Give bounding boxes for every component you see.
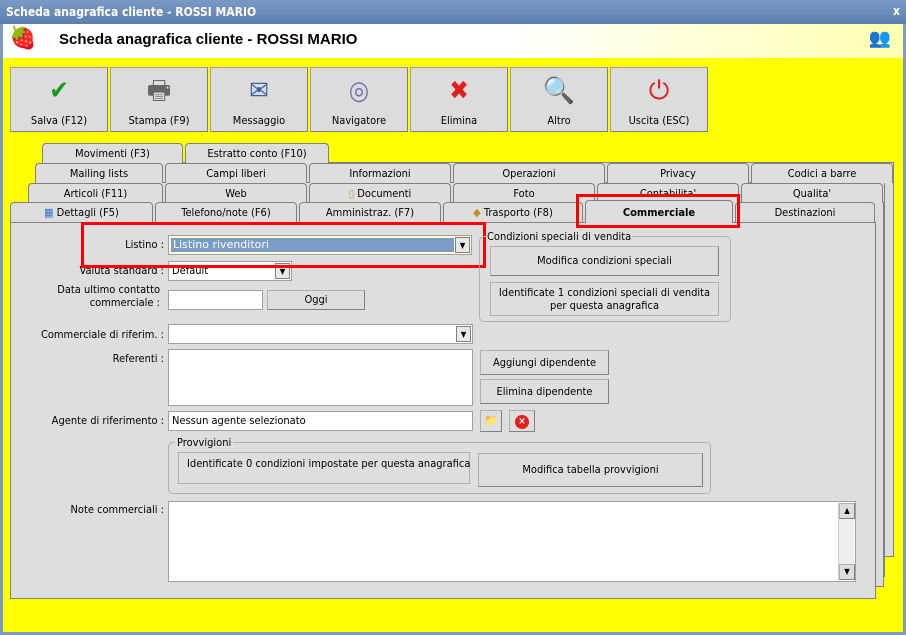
condizioni-info: Identificate 1 condizioni speciali di ve… <box>490 282 719 316</box>
tab-label: Documenti <box>357 187 412 200</box>
modifica-condizioni-button[interactable]: Modifica condizioni speciali <box>490 246 719 276</box>
toolbar-label: Elimina <box>440 114 478 127</box>
tab-label: Telefono/note (F6) <box>181 206 271 219</box>
toolbar-button[interactable]: ⏻ Uscita (ESC) <box>610 67 708 132</box>
toolbar-button[interactable]: ✉ Messaggio <box>210 67 308 132</box>
tab-label: Qualita' <box>792 187 832 200</box>
referenti-label: Referenti : <box>112 352 164 365</box>
tab-label: Campi liberi <box>206 167 266 180</box>
toolbar-icon: 🖶 <box>146 76 172 106</box>
tab-label: Foto <box>513 187 535 200</box>
condizioni-title: Condizioni speciali di vendita <box>486 230 633 243</box>
delete-icon[interactable]: × <box>509 410 535 432</box>
scrollbar[interactable]: ▲ ▼ <box>838 503 855 580</box>
folder-icon[interactable]: 📁 <box>480 410 502 432</box>
oggi-button[interactable]: Oggi <box>267 290 365 310</box>
referenti-list[interactable] <box>168 349 473 406</box>
tab-trasporto-f8[interactable]: ◆ Trasporto (F8) <box>443 202 583 222</box>
commerciale-label: Commerciale di riferim. : <box>40 328 164 341</box>
scroll-up-icon[interactable]: ▲ <box>839 503 855 519</box>
tab-privacy[interactable]: Privacy <box>607 163 749 183</box>
tab-label: Codici a barre <box>787 167 857 180</box>
tab-amministraz-f7[interactable]: Amministraz. (F7) <box>299 202 441 222</box>
tab-label: Privacy <box>660 167 696 180</box>
window-title-bar: Scheda anagrafica cliente - ROSSI MARIO <box>0 0 906 24</box>
tab-label: Trasporto (F8) <box>483 206 553 219</box>
elimina-dipendente-button[interactable]: Elimina dipendente <box>480 379 609 404</box>
toolbar-label: Navigatore <box>331 114 387 127</box>
strawberry-logo-icon: 🍓 <box>9 26 37 51</box>
page-title: Scheda anagrafica cliente - ROSSI MARIO <box>59 31 358 48</box>
toolbar-button[interactable]: 🖶 Stampa (F9) <box>110 67 208 132</box>
tab-label: Dettagli (F5) <box>56 206 119 219</box>
agente-label: Agente di riferimento : <box>51 414 164 427</box>
tab-movimenti-f3[interactable]: Movimenti (F3) <box>42 143 183 163</box>
toolbar-icon: ⏻ <box>648 76 670 106</box>
tab-label: Amministraz. (F7) <box>325 206 415 219</box>
tab-label: Destinazioni <box>774 206 836 219</box>
header: 🍓 Scheda anagrafica cliente - ROSSI MARI… <box>3 24 903 58</box>
note-textarea[interactable] <box>168 501 856 582</box>
provvigioni-info: Identificate 0 condizioni impostate per … <box>178 452 470 484</box>
tab-documenti[interactable]: ▯ Documenti <box>309 183 451 203</box>
toolbar-icon: ◎ <box>348 76 370 106</box>
tab-campi-liberi[interactable]: Campi liberi <box>165 163 307 183</box>
close-icon[interactable]: x <box>893 4 900 18</box>
tab-label: Movimenti (F3) <box>75 147 150 160</box>
toolbar-label: Messaggio <box>232 114 286 127</box>
toolbar-button[interactable]: 🔍 Altro <box>510 67 608 132</box>
truck-icon: ◆ <box>473 206 484 219</box>
toolbar-label: Stampa (F9) <box>128 114 190 127</box>
agente-input[interactable]: Nessun agente selezionato <box>168 411 473 431</box>
calendar-icon: ▦ <box>44 206 57 219</box>
toolbar-label: Salva (F12) <box>30 114 88 127</box>
modifica-provvigioni-button[interactable]: Modifica tabella provvigioni <box>478 453 703 487</box>
tab-destinazioni[interactable]: Destinazioni <box>735 202 875 222</box>
window-title: Scheda anagrafica cliente - ROSSI MARIO <box>6 5 257 19</box>
tab-dettagli-f5[interactable]: ▦ Dettagli (F5) <box>10 202 153 222</box>
tab-codici-a-barre[interactable]: Codici a barre <box>751 163 893 183</box>
tab-label: Mailing lists <box>69 167 129 180</box>
scroll-down-icon[interactable]: ▼ <box>839 564 855 580</box>
tab-qualita[interactable]: Qualita' <box>741 183 883 203</box>
commerciale-select[interactable]: ▼ <box>168 324 473 344</box>
provvigioni-title: Provvigioni <box>175 436 234 449</box>
tab-mailing-lists[interactable]: Mailing lists <box>35 163 163 183</box>
tab-foto[interactable]: Foto <box>453 183 595 203</box>
toolbar-icon: ✉ <box>249 76 269 106</box>
highlight-box <box>576 194 740 228</box>
toolbar-label: Uscita (ESC) <box>628 114 690 127</box>
toolbar-icon: 🔍 <box>542 76 576 106</box>
toolbar-button[interactable]: ✔ Salva (F12) <box>10 67 108 132</box>
users-icon[interactable]: 👥 <box>869 28 891 49</box>
data-contatto-label: Data ultimo contatto commerciale : <box>57 283 160 309</box>
tab-label: Informazioni <box>349 167 411 180</box>
folder-icon: ▯ <box>348 187 358 200</box>
toolbar-button[interactable]: ✖ Elimina <box>410 67 508 132</box>
tab-web[interactable]: Web <box>165 183 307 203</box>
highlight-box <box>81 222 486 268</box>
tab-articoli-f11[interactable]: Articoli (F11) <box>28 183 163 203</box>
tab-label: Estratto conto (F10) <box>207 147 307 160</box>
toolbar-button[interactable]: ◎ Navigatore <box>310 67 408 132</box>
toolbar-icon: ✖ <box>449 76 469 106</box>
tab-operazioni[interactable]: Operazioni <box>453 163 605 183</box>
chevron-down-icon[interactable]: ▼ <box>456 326 471 342</box>
tab-telefono-note-f6[interactable]: Telefono/note (F6) <box>155 202 297 222</box>
tab-informazioni[interactable]: Informazioni <box>309 163 451 183</box>
toolbar-label: Altro <box>547 114 571 127</box>
aggiungi-dipendente-button[interactable]: Aggiungi dipendente <box>480 350 609 375</box>
tab-estratto-conto-f10[interactable]: Estratto conto (F10) <box>185 143 329 163</box>
note-label: Note commerciali : <box>70 503 165 516</box>
toolbar-icon: ✔ <box>49 76 69 106</box>
tab-label: Articoli (F11) <box>63 187 128 200</box>
tab-label: Operazioni <box>502 167 556 180</box>
data-contatto-input[interactable] <box>168 290 263 310</box>
tab-label: Web <box>225 187 247 200</box>
